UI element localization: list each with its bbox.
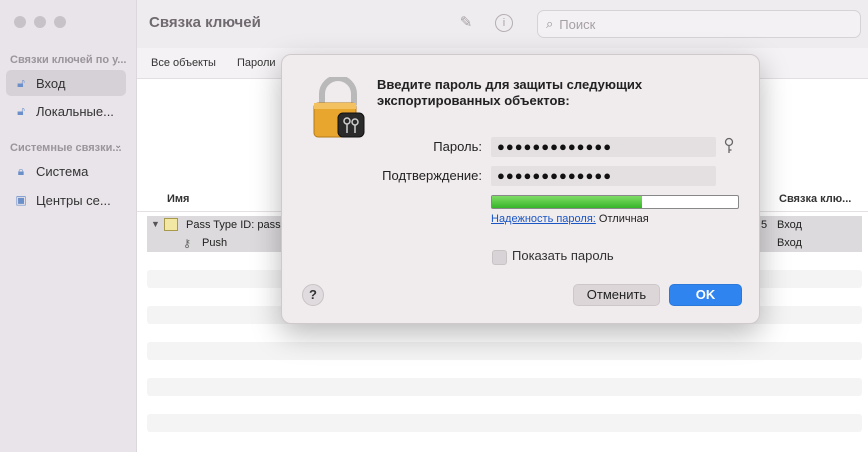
window-controls xyxy=(14,16,66,28)
window-title: Связка ключей xyxy=(149,14,261,31)
strength-meter-fill xyxy=(492,196,643,208)
password-label: Пароль: xyxy=(433,139,482,154)
confirm-label: Подтверждение: xyxy=(382,168,482,183)
cabinet-icon: ▣ xyxy=(15,193,27,207)
certificate-icon xyxy=(164,218,178,231)
password-strength: Надежность пароля: Отличная xyxy=(491,213,649,225)
search-input[interactable]: ⌕ Поиск xyxy=(537,10,861,38)
password-field[interactable]: ●●●●●●●●●●●●● xyxy=(491,137,716,157)
sidebar-item-login[interactable]: 🔓︎ Вход xyxy=(6,70,126,96)
password-strength-meter xyxy=(491,195,739,209)
key-icon: ⚷ xyxy=(183,238,192,250)
row-keychain: Вход xyxy=(777,237,802,249)
row-keychain: Вход xyxy=(777,219,802,231)
sidebar-item-system[interactable]: 🔒︎ Система xyxy=(6,158,126,184)
sidebar-item-local[interactable]: 🔓︎ Локальные... xyxy=(6,98,126,124)
empty-row xyxy=(147,414,862,432)
close-window-button[interactable] xyxy=(14,16,26,28)
info-icon[interactable]: i xyxy=(495,14,513,32)
help-button[interactable]: ? xyxy=(302,284,324,306)
compose-icon[interactable]: ✎ xyxy=(457,14,475,32)
row-name: Pass Type ID: pass xyxy=(186,219,281,231)
sidebar: Связки ключей по у... 🔓︎ Вход 🔓︎ Локальн… xyxy=(0,0,137,452)
cancel-button[interactable]: Отменить xyxy=(573,284,660,306)
chevron-down-icon[interactable]: ⌄ xyxy=(114,140,122,151)
search-placeholder: Поиск xyxy=(559,16,596,32)
unlock-icon: 🔓︎ xyxy=(17,103,25,118)
ok-button[interactable]: OK xyxy=(669,284,742,306)
password-strength-value: Отличная xyxy=(598,213,649,225)
tab-passwords[interactable]: Пароли xyxy=(237,57,276,69)
sidebar-item-label: Вход xyxy=(36,75,66,91)
unlock-icon: 🔓︎ xyxy=(17,75,25,90)
disclosure-chevron-icon[interactable]: ▼ xyxy=(151,219,160,229)
export-password-dialog: Введите пароль для защиты следующих эксп… xyxy=(281,54,760,324)
confirm-password-field[interactable]: ●●●●●●●●●●●●● xyxy=(491,166,716,186)
column-name[interactable]: Имя xyxy=(167,193,189,205)
column-keychain[interactable]: Связка клю... xyxy=(779,193,851,205)
sidebar-item-label: Система xyxy=(36,163,89,179)
row-extra: 5 xyxy=(761,219,768,231)
zoom-window-button[interactable] xyxy=(54,16,66,28)
show-password-checkbox[interactable] xyxy=(492,250,507,265)
sidebar-item-label: Центры се... xyxy=(36,192,111,208)
sidebar-section-default-keychains: Связки ключей по у... xyxy=(10,54,127,66)
show-password-label[interactable]: Показать пароль xyxy=(512,248,614,263)
search-icon: ⌕ xyxy=(546,16,554,31)
keychain-lock-icon xyxy=(313,77,365,138)
tab-all-items[interactable]: Все объекты xyxy=(151,57,216,69)
toolbar: Связка ключей ✎ i ⌕ Поиск xyxy=(137,0,868,48)
lock-icon: 🔒︎ xyxy=(17,163,25,178)
password-strength-link[interactable]: Надежность пароля: xyxy=(491,213,596,225)
password-assistant-key-icon[interactable] xyxy=(723,137,735,155)
minimize-window-button[interactable] xyxy=(34,16,46,28)
empty-row xyxy=(147,378,862,396)
sidebar-section-system-keychains: Системные связки... xyxy=(10,142,122,154)
empty-row xyxy=(147,342,862,360)
sidebar-item-label: Локальные... xyxy=(36,103,114,119)
dialog-title: Введите пароль для защиты следующих эксп… xyxy=(377,77,643,108)
sidebar-item-certificate-authorities[interactable]: ▣ Центры се... xyxy=(6,187,126,213)
row-name: Push xyxy=(202,237,228,249)
